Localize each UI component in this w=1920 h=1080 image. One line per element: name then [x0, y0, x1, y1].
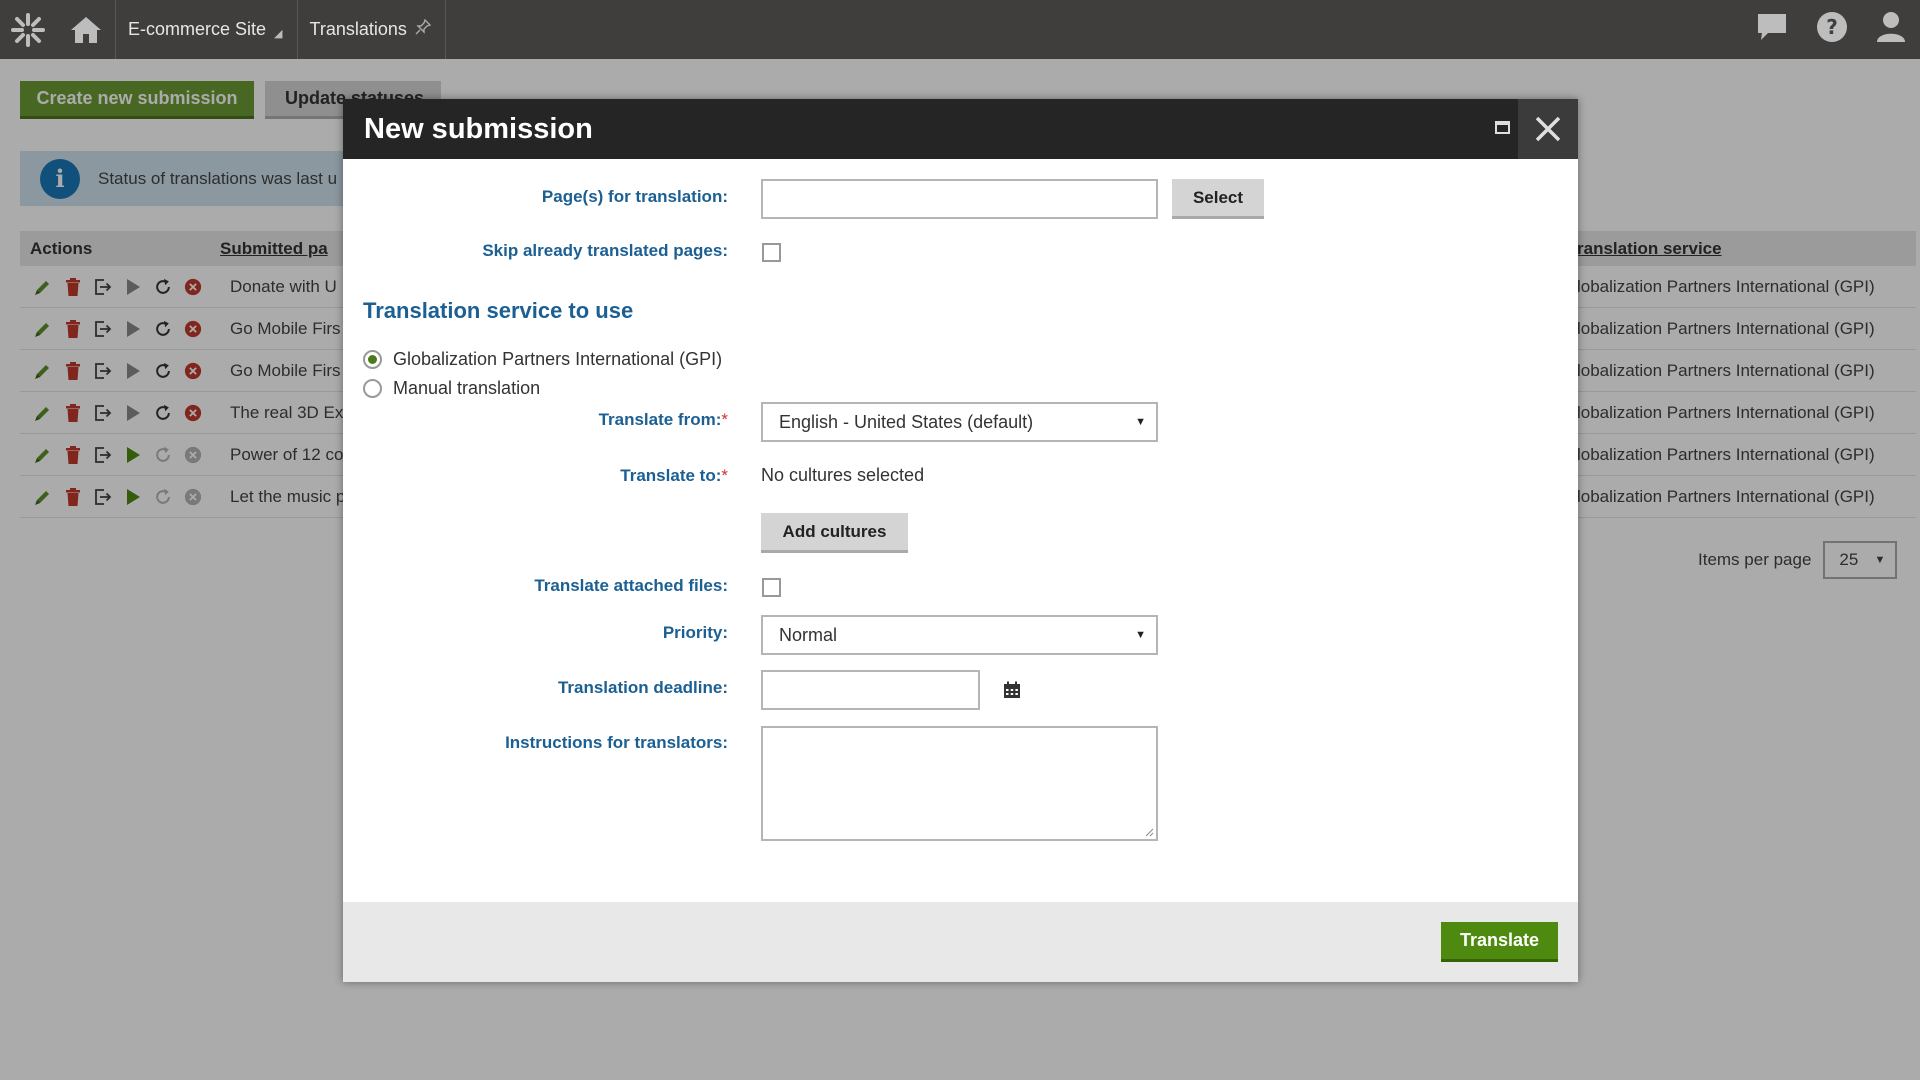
dialog-header: New submission — [343, 99, 1578, 159]
add-cultures-button[interactable]: Add cultures — [761, 513, 908, 553]
priority-value: Normal — [779, 624, 838, 645]
priority-label: Priority: — [662, 623, 728, 642]
translate-to-label: Translate to:* — [620, 466, 728, 486]
triangle-down-icon: ◢ — [274, 28, 283, 40]
user-icon[interactable] — [1876, 11, 1906, 48]
new-submission-dialog: New submission Page(s) for translation: … — [343, 99, 1578, 982]
translate-to-value: No cultures selected — [761, 465, 925, 485]
site-selector[interactable]: E-commerce Site ◢ — [116, 0, 298, 59]
priority-select[interactable]: Normal ▼ — [761, 615, 1158, 655]
service-manual-label: Manual translation — [393, 378, 541, 398]
skip-translated-checkbox[interactable] — [762, 243, 781, 262]
radio-unselected-icon — [363, 379, 382, 398]
dialog-footer: Translate — [343, 902, 1578, 982]
select-pages-button[interactable]: Select — [1172, 179, 1264, 219]
pin-icon[interactable] — [415, 18, 432, 40]
section-title: Translation service to use — [363, 298, 634, 323]
site-name: E-commerce Site — [128, 19, 267, 39]
caret-down-icon: ▼ — [1135, 629, 1146, 641]
close-icon[interactable] — [1518, 99, 1578, 159]
service-gpi-label: Globalization Partners International (GP… — [393, 349, 723, 369]
app-breadcrumb[interactable]: Translations — [298, 0, 446, 59]
translate-from-label: Translate from:* — [599, 410, 728, 430]
dialog-title: New submission — [364, 112, 593, 145]
translate-from-value: English - United States (default) — [779, 411, 1034, 432]
instructions-textarea[interactable] — [761, 726, 1158, 841]
pages-label: Page(s) for translation: — [541, 187, 728, 206]
translate-button[interactable]: Translate — [1441, 922, 1558, 962]
chat-icon[interactable] — [1756, 12, 1788, 47]
pages-input[interactable] — [761, 179, 1158, 219]
required-marker: * — [721, 466, 728, 485]
service-manual-radio[interactable]: Manual translation — [363, 378, 540, 399]
translate-from-label-text: Translate from: — [598, 410, 722, 429]
attached-files-label: Translate attached files: — [534, 576, 728, 595]
translate-from-select[interactable]: English - United States (default) ▼ — [761, 402, 1158, 442]
required-marker: * — [721, 410, 728, 429]
skip-translated-label: Skip already translated pages: — [482, 241, 728, 260]
app-name: Translations — [309, 19, 407, 39]
caret-down-icon: ▼ — [1135, 416, 1146, 428]
instructions-label: Instructions for translators: — [505, 733, 728, 752]
maximize-icon[interactable] — [1495, 121, 1510, 134]
svg-text:?: ? — [1826, 15, 1838, 39]
resize-handle-icon[interactable] — [1144, 827, 1154, 837]
deadline-label: Translation deadline: — [557, 678, 728, 697]
calendar-icon[interactable] — [1003, 681, 1021, 704]
kentico-logo-icon[interactable] — [0, 0, 56, 59]
attached-files-checkbox[interactable] — [762, 578, 781, 597]
home-icon[interactable] — [56, 0, 116, 59]
deadline-input[interactable] — [761, 670, 980, 710]
top-bar: E-commerce Site ◢ Translations ? — [0, 0, 1920, 59]
help-icon[interactable]: ? — [1816, 11, 1848, 48]
radio-selected-icon — [363, 350, 382, 369]
translate-to-label-text: Translate to: — [620, 466, 722, 485]
service-gpi-radio[interactable]: Globalization Partners International (GP… — [363, 349, 722, 370]
